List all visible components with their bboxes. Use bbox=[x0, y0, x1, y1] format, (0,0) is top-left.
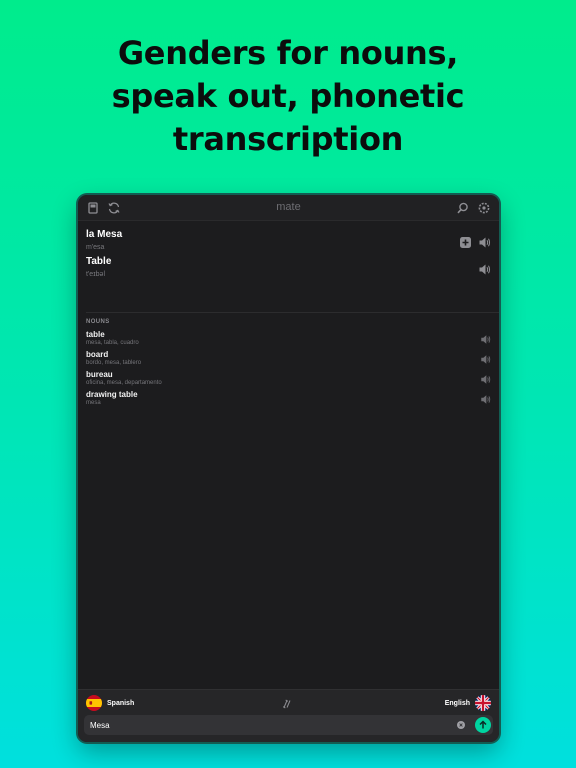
target-translation: Table t'eɪbəl bbox=[86, 256, 491, 278]
noun-word: drawing table bbox=[86, 390, 138, 399]
source-phonetic: m'esa bbox=[86, 244, 105, 251]
speaker-icon[interactable] bbox=[480, 334, 491, 345]
noun-item[interactable]: bureau oficina, mesa, departamento bbox=[86, 370, 491, 388]
translate-send-button[interactable] bbox=[475, 717, 491, 733]
translate-input[interactable] bbox=[90, 715, 450, 735]
speak-source-button[interactable] bbox=[478, 236, 491, 249]
app-title: mate bbox=[276, 201, 301, 213]
speak-target-button[interactable] bbox=[478, 263, 491, 276]
source-language-label[interactable]: Spanish bbox=[107, 700, 134, 707]
settings-icon[interactable] bbox=[477, 201, 491, 215]
target-word: Table bbox=[86, 256, 112, 267]
search-icon[interactable] bbox=[456, 201, 470, 215]
top-toolbar: mate bbox=[78, 195, 499, 221]
section-divider bbox=[86, 312, 499, 313]
clear-input-icon[interactable] bbox=[457, 721, 465, 729]
noun-synonyms: bordo, mesa, tablero bbox=[86, 360, 142, 366]
headline-line-2: speak out, phonetic bbox=[111, 77, 465, 115]
speaker-icon[interactable] bbox=[480, 354, 491, 365]
noun-item[interactable]: board bordo, mesa, tablero bbox=[86, 350, 491, 368]
noun-word: bureau bbox=[86, 370, 113, 379]
noun-item[interactable]: drawing table mesa bbox=[86, 390, 491, 408]
source-translation: la Mesa m'esa bbox=[86, 229, 491, 251]
noun-synonyms: mesa bbox=[86, 400, 101, 406]
bottom-bar: Spanish English bbox=[78, 689, 499, 742]
promo-headline: Genders for nouns, speak out, phonetic t… bbox=[0, 32, 576, 161]
uk-flag-icon[interactable] bbox=[475, 695, 491, 711]
add-to-phrasebook-button[interactable] bbox=[459, 236, 472, 249]
nouns-section-label: NOUNS bbox=[86, 319, 110, 325]
search-field bbox=[84, 715, 493, 735]
noun-word: table bbox=[86, 330, 105, 339]
noun-synonyms: oficina, mesa, departamento bbox=[86, 380, 162, 386]
noun-word: board bbox=[86, 350, 109, 359]
headline-line-3: transcription bbox=[172, 120, 404, 158]
speaker-icon[interactable] bbox=[480, 374, 491, 385]
swap-languages-icon[interactable] bbox=[281, 698, 293, 710]
noun-item[interactable]: table mesa, tabla, cuadro bbox=[86, 330, 491, 348]
speaker-icon[interactable] bbox=[480, 394, 491, 405]
spain-flag-icon[interactable] bbox=[86, 695, 102, 711]
target-language-label[interactable]: English bbox=[445, 700, 470, 707]
source-word: la Mesa bbox=[86, 229, 123, 240]
target-phonetic: t'eɪbəl bbox=[86, 271, 106, 278]
noun-synonyms: mesa, tabla, cuadro bbox=[86, 340, 139, 346]
app-window: mate la Mesa m'esa Table t'eɪbəl NOUNS t… bbox=[78, 195, 499, 742]
headline-line-1: Genders for nouns, bbox=[117, 34, 459, 72]
